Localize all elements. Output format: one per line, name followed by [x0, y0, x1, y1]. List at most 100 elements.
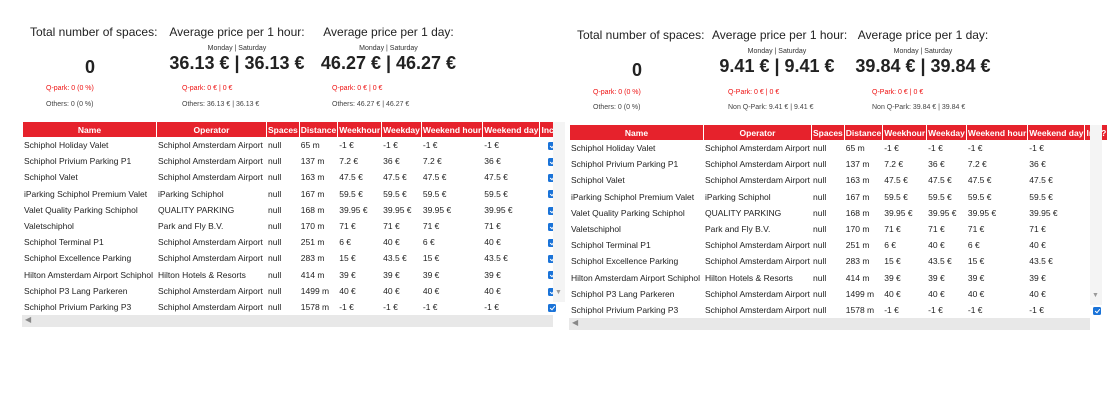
cell-weekendday: 36 € [1029, 159, 1046, 170]
avg-day-days: Monday | Saturday [893, 48, 953, 55]
cell-weekhour: -1 € [339, 301, 354, 312]
cell-spaces: null [268, 172, 282, 183]
spaces-qpark-note: Q-park: 0 (0 %) [593, 89, 641, 96]
comparison-panel-left: Total number of spaces: 0 Average price … [22, 0, 567, 328]
include-checkbox[interactable] [1092, 306, 1101, 315]
comparison-panel-right: Total number of spaces: 0 Average price … [569, 0, 1109, 331]
cell-weekhour: 39 € [339, 269, 356, 280]
column-header[interactable]: Weekend day [1028, 125, 1085, 140]
avg-hour-value: 36.13 € | 36.13 € [169, 53, 305, 73]
cell-weekhour: 7.2 € [884, 159, 904, 170]
cell-spaces: null [268, 285, 282, 296]
cell-weekday: 59.5 € [928, 191, 952, 202]
cell-weekendhour: 7.2 € [422, 156, 442, 167]
table-row: Valet Quality Parking Schiphol QUALITY PA… [23, 202, 562, 218]
column-header[interactable]: Weekend hour [421, 122, 483, 137]
cell-weekday: 36 € [928, 159, 945, 170]
vertical-scrollbar[interactable]: ▼ [553, 122, 565, 302]
scroll-left-icon[interactable]: ◀ [25, 315, 31, 324]
column-header[interactable]: Distance [844, 125, 883, 140]
avg-day-days: Monday | Saturday [359, 45, 418, 52]
cell-spaces: null [813, 240, 827, 251]
cell-name: Valetschiphol [571, 224, 621, 235]
cell-spaces: null [813, 159, 827, 170]
table-row: iParking Schiphol Premium Valet iParking … [23, 186, 562, 202]
cell-weekendhour: 40 € [422, 285, 440, 296]
cell-weekendday: -1 € [1029, 143, 1044, 154]
cell-spaces: null [268, 301, 282, 312]
table-header-row: Name Operator Spaces Distance Weekhour Weekda… [570, 125, 1108, 140]
parking-table-wrap: Name Operator Spaces Distance Weekhour Weekda… [569, 125, 1109, 331]
cell-distance: 170 m [300, 221, 325, 232]
cell-operator: Schiphol Amsterdam Airport [158, 285, 263, 296]
cell-weekendhour: 39.95 € [422, 204, 452, 215]
cell-weekday: 40 € [383, 237, 400, 248]
avg-hour-days: Monday | Saturday [747, 48, 807, 55]
cell-spaces: null [268, 269, 282, 280]
table-row: Valet Quality Parking Schiphol QUALITY PA… [570, 205, 1107, 221]
column-header[interactable]: Operator [704, 125, 811, 140]
cell-operator: iParking Schiphol [158, 188, 224, 199]
vertical-scrollbar[interactable]: ▼ [1090, 125, 1102, 305]
column-header[interactable]: Name [23, 122, 156, 137]
cell-weekhour: 15 € [339, 253, 356, 264]
scroll-down-icon[interactable]: ▼ [555, 289, 562, 296]
cell-weekday: 39 € [928, 272, 945, 283]
table-row: Schiphol Holiday Valet Schiphol Amsterdam… [570, 140, 1107, 156]
cell-weekday: 43.5 € [383, 253, 407, 264]
parking-table: Name Operator Spaces Distance Weekhour Weekda… [22, 122, 563, 315]
cell-distance: 168 m [845, 207, 870, 218]
cell-operator: Schiphol Amsterdam Airport [705, 143, 810, 154]
column-header[interactable]: Weekend hour [966, 125, 1028, 140]
column-header[interactable]: Weekhour [338, 122, 382, 137]
cell-weekday: 40 € [928, 288, 945, 299]
column-header[interactable]: Name [570, 125, 703, 140]
column-header[interactable]: Spaces [267, 122, 299, 137]
cell-distance: 65 m [845, 143, 865, 154]
column-header[interactable]: Weekend day [483, 122, 540, 137]
column-header[interactable]: Weekhour [883, 125, 927, 140]
avg-day-title: Average price per 1 day: [323, 25, 454, 39]
cell-name: iParking Schiphol Premium Valet [571, 191, 695, 202]
cell-name: Valetschiphol [24, 221, 74, 232]
cell-spaces: null [813, 191, 827, 202]
cell-name: Schiphol Privium Parking P3 [571, 304, 679, 315]
cell-name: Schiphol Excellence Parking [24, 253, 132, 264]
cell-distance: 137 m [300, 156, 325, 167]
column-header[interactable]: Weekday [382, 122, 421, 137]
horizontal-scrollbar[interactable]: ◀ [569, 318, 1090, 331]
include-checkbox[interactable] [547, 303, 556, 312]
cell-operator: Schiphol Amsterdam Airport [705, 175, 810, 186]
cell-spaces: null [813, 272, 827, 283]
total-spaces-title: Total number of spaces: [30, 25, 158, 39]
cell-operator: Schiphol Amsterdam Airport [705, 256, 810, 267]
cell-spaces: null [268, 140, 282, 151]
column-header[interactable]: Operator [157, 122, 266, 137]
column-header[interactable]: Spaces [812, 125, 844, 140]
cell-weekhour: 47.5 € [884, 175, 908, 186]
column-header[interactable]: Distance [299, 122, 338, 137]
cell-weekendhour: 47.5 € [422, 172, 447, 183]
table-row: Hilton Amsterdam Airport Schiphol Hilton … [570, 270, 1107, 286]
scroll-down-icon[interactable]: ▼ [1092, 292, 1099, 299]
cell-weekday: 40 € [383, 285, 400, 296]
scroll-left-icon[interactable]: ◀ [572, 318, 578, 327]
horizontal-scrollbar[interactable]: ◀ [22, 315, 553, 328]
cell-weekendday: 39 € [484, 269, 501, 280]
total-spaces-value: 0 [631, 60, 642, 80]
cell-weekendday: 43.5 € [1029, 256, 1053, 267]
cell-weekendhour: 47.5 € [967, 175, 992, 186]
cell-spaces: null [268, 188, 282, 199]
cell-operator: Schiphol Amsterdam Airport [705, 159, 810, 170]
cell-weekhour: 71 € [339, 221, 356, 232]
cell-weekendhour: 7.2 € [967, 159, 987, 170]
cell-name: Valet Quality Parking Schiphol [24, 204, 138, 215]
avg-hour-stat: Average price per 1 hour: Monday | Satur… [712, 28, 847, 77]
avg-day-value: 46.27 € | 46.27 € [320, 53, 457, 73]
cell-name: Schiphol Terminal P1 [571, 240, 651, 251]
cell-weekendday: 47.5 € [1029, 175, 1053, 186]
cell-weekhour: -1 € [884, 143, 899, 154]
column-header[interactable]: Weekday [927, 125, 966, 140]
cell-weekendhour: 6 € [967, 240, 980, 251]
cell-spaces: null [813, 256, 827, 267]
